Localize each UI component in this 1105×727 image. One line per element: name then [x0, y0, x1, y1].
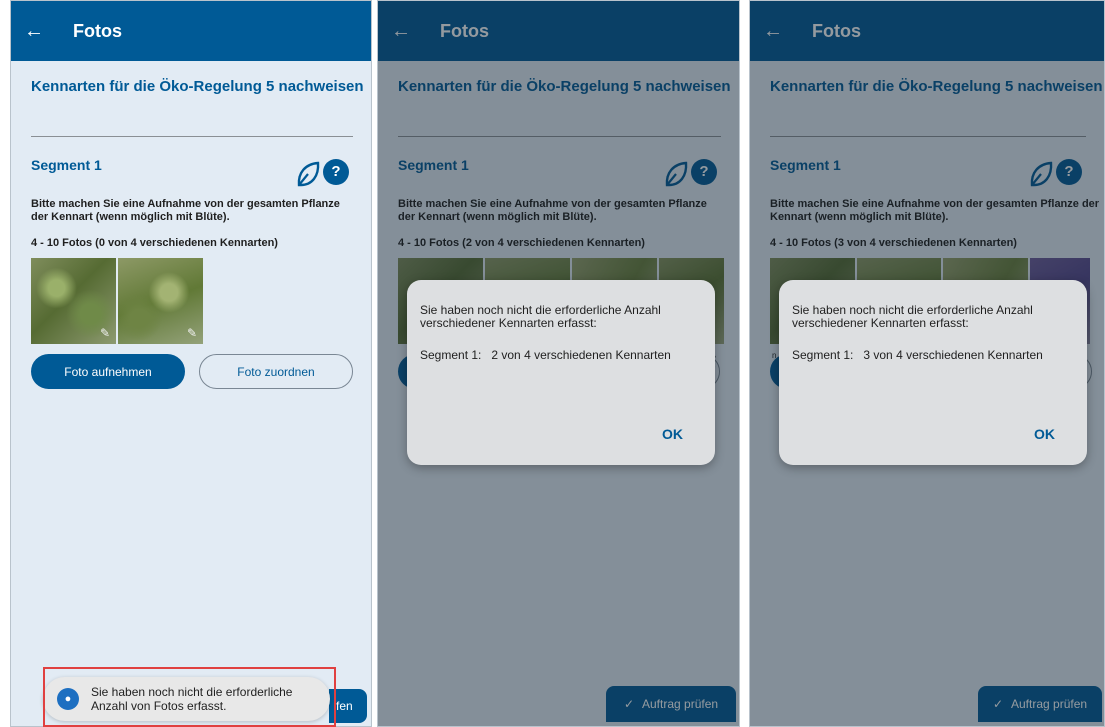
ok-button[interactable]: OK — [662, 426, 683, 442]
dialog-segment-status: Segment 1: 3 von 4 verschiedenen Kennart… — [792, 348, 1043, 362]
assign-photo-button[interactable]: Foto zuordnen — [199, 354, 353, 389]
page-heading: Kennarten für die Öko-Regelung 5 nachwei… — [31, 78, 364, 95]
leaf-icon[interactable] — [295, 159, 321, 189]
dialog-message: Sie haben noch nicht die erforderliche A… — [792, 303, 1033, 330]
photo-thumbnails: ✎ ✎ — [31, 258, 203, 344]
photo-count-text: 4 - 10 Fotos (0 von 4 verschiedenen Kenn… — [31, 237, 278, 249]
app-bar-title: Fotos — [73, 20, 122, 41]
highlight-box — [43, 667, 336, 727]
help-icon[interactable]: ? — [323, 159, 349, 185]
instruction-text: Bitte machen Sie eine Aufnahme von der g… — [31, 198, 340, 223]
screen-1: ← Fotos Kennarten für die Öko-Regelung 5… — [10, 0, 372, 727]
edit-icon[interactable]: ✎ — [100, 326, 110, 340]
dialog-segment-status: Segment 1: 2 von 4 verschiedenen Kennart… — [420, 348, 671, 362]
photo-thumbnail[interactable]: ✎ — [118, 258, 203, 344]
screen-2: ← Fotos Kennarten für die Öko-Regelung 5… — [377, 0, 740, 727]
app-bar: ← Fotos — [11, 1, 371, 61]
ok-button[interactable]: OK — [1034, 426, 1055, 442]
back-arrow-icon[interactable]: ← — [11, 1, 57, 61]
edit-icon[interactable]: ✎ — [187, 326, 197, 340]
screen-3: ← Fotos Kennarten für die Öko-Regelung 5… — [749, 0, 1105, 727]
take-photo-button[interactable]: Foto aufnehmen — [31, 354, 185, 389]
alert-dialog: Sie haben noch nicht die erforderliche A… — [407, 280, 715, 465]
dialog-message: Sie haben noch nicht die erforderliche A… — [420, 303, 661, 330]
divider — [31, 136, 353, 137]
photo-thumbnail[interactable]: ✎ — [31, 258, 116, 344]
segment-title: Segment 1 — [31, 157, 102, 173]
alert-dialog: Sie haben noch nicht die erforderliche A… — [779, 280, 1087, 465]
